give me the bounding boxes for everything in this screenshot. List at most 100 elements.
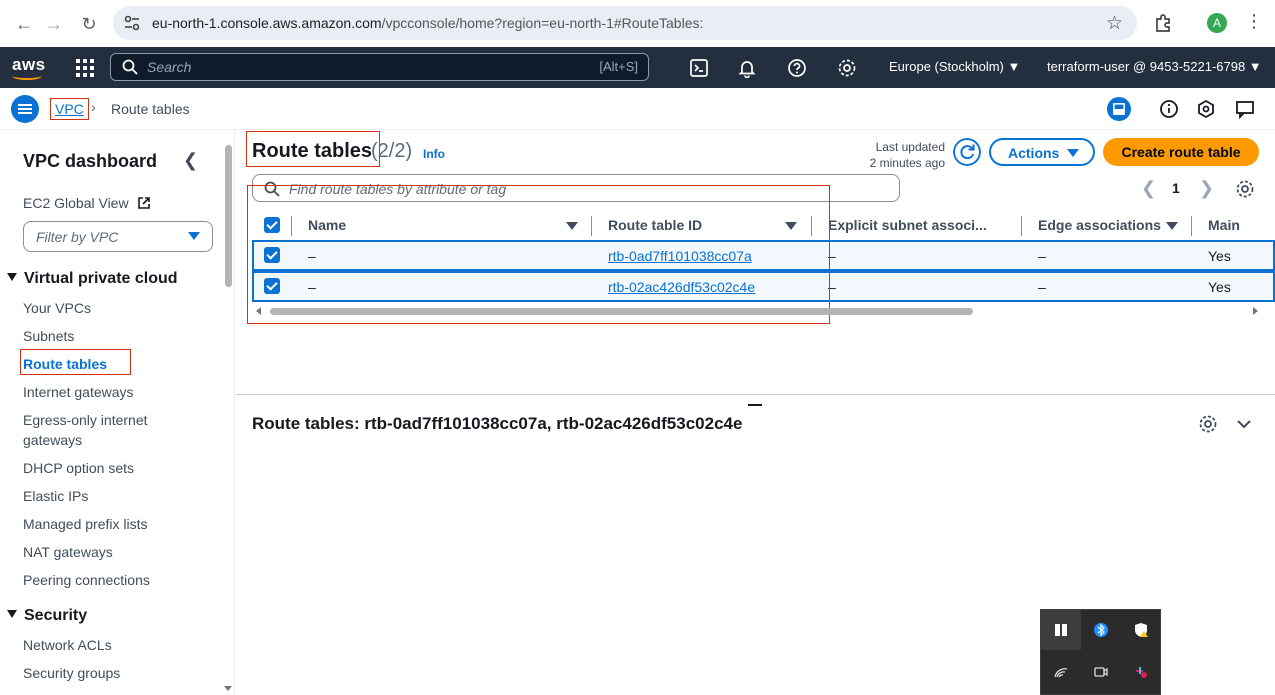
caret-down-icon <box>1067 149 1079 157</box>
aws-search-input[interactable]: Search [Alt+S] <box>110 53 649 81</box>
sidebar-item-managed-prefix-lists[interactable]: Managed prefix lists <box>23 514 148 534</box>
meet-now-icon[interactable] <box>1081 652 1121 692</box>
forward-icon[interactable]: → <box>42 12 66 36</box>
column-header-edge-associations[interactable]: Edge associations <box>1038 217 1161 233</box>
sidebar-item-network-acls[interactable]: Network ACLs <box>23 635 112 655</box>
sort-icon[interactable] <box>1166 222 1178 230</box>
slack-icon[interactable] <box>1121 652 1161 692</box>
breadcrumb-separator-icon: › <box>91 99 96 115</box>
cell-main: Yes <box>1208 248 1231 264</box>
cell-edge-associations: – <box>1038 248 1046 264</box>
split-panel-title: Route tables: rtb-0ad7ff101038cc07a, rtb… <box>252 414 743 433</box>
scroll-left-arrow-icon[interactable] <box>256 307 261 315</box>
column-header-main[interactable]: Main <box>1208 217 1240 233</box>
sidebar-item-ec2-global-view[interactable]: EC2 Global View <box>23 193 151 213</box>
expand-triangle-icon <box>7 273 17 281</box>
sidebar-item-internet-gateways[interactable]: Internet gateways <box>23 382 134 402</box>
split-panel-resize-handle[interactable] <box>748 404 762 406</box>
site-settings-icon[interactable] <box>123 14 141 32</box>
tray-app-icon[interactable] <box>1041 610 1081 650</box>
info-panel-icon[interactable] <box>1157 97 1181 121</box>
sidebar-item-security-groups[interactable]: Security groups <box>23 663 120 683</box>
security-shield-warning-icon[interactable] <box>1121 610 1161 650</box>
breadcrumb-current: Route tables <box>111 101 190 117</box>
sidebar-item-elastic-ips[interactable]: Elastic IPs <box>23 486 88 506</box>
sidebar-item-dhcp-option-sets[interactable]: DHCP option sets <box>23 458 134 478</box>
sidebar-item-egress-only-internet-gateways[interactable]: Egress-only internet <box>23 410 148 430</box>
scroll-right-arrow-icon[interactable] <box>1253 307 1258 315</box>
account-menu[interactable]: terraform-user @ 9453-5221-6798 ▼ <box>1047 59 1262 74</box>
sidebar-title[interactable]: VPC dashboard <box>23 151 157 172</box>
sidebar-collapse-icon[interactable]: ❮ <box>183 150 198 171</box>
address-bar[interactable]: eu-north-1.console.aws.amazon.com/vpccon… <box>113 6 1137 40</box>
browser-toolbar: ← → ↻ eu-north-1.console.aws.amazon.com/… <box>0 0 1275 47</box>
vpc-filter-placeholder: Filter by VPC <box>36 229 119 245</box>
create-route-table-button[interactable]: Create route table <box>1103 138 1259 166</box>
external-link-icon <box>138 197 151 209</box>
aws-logo[interactable]: aws <box>12 55 46 80</box>
table-highlight <box>247 185 830 324</box>
sidebar-item-nat-gateways[interactable]: NAT gateways <box>23 542 113 562</box>
actions-button[interactable]: Actions <box>989 138 1095 166</box>
region-selector[interactable]: Europe (Stockholm) ▼ <box>889 59 1020 74</box>
browser-menu-icon[interactable]: ⋮ <box>1245 11 1263 32</box>
sidebar-section-vpc[interactable]: Virtual private cloud <box>7 270 178 288</box>
table-horizontal-scrollbar[interactable] <box>252 306 1262 316</box>
sidebar-item-route-tables[interactable]: Route tables <box>23 354 107 374</box>
previous-page-icon[interactable]: ❮ <box>1141 178 1156 199</box>
url-text: eu-north-1.console.aws.amazon.com/vpccon… <box>152 15 704 31</box>
bluetooth-icon[interactable] <box>1081 610 1121 650</box>
network-icon[interactable] <box>1041 652 1081 692</box>
column-header-explicit-subnet[interactable]: Explicit subnet associ... <box>828 217 987 233</box>
cell-main: Yes <box>1208 279 1231 295</box>
sidebar-item-subnets[interactable]: Subnets <box>23 326 74 346</box>
system-tray-popup <box>1040 609 1161 695</box>
bookmark-star-icon[interactable]: ☆ <box>1106 12 1123 35</box>
table-preferences-gear-icon[interactable] <box>1235 179 1255 199</box>
breadcrumb: VPC › Route tables <box>0 88 1275 130</box>
aws-top-navigation: aws Search [Alt+S] Europe (Stockholm) ▼ … <box>0 47 1275 88</box>
sidebar-item-your-vpcs[interactable]: Your VPCs <box>23 298 91 318</box>
column-separator[interactable] <box>1191 216 1192 236</box>
search-icon <box>122 59 138 75</box>
info-link[interactable]: Info <box>423 147 445 161</box>
cloudshell-icon[interactable] <box>689 58 709 78</box>
notifications-bell-icon[interactable] <box>737 58 757 78</box>
resources-panel-icon[interactable] <box>1194 97 1218 121</box>
reload-icon[interactable]: ↻ <box>77 12 101 36</box>
sidebar-scrollbar[interactable] <box>222 130 234 695</box>
help-icon[interactable] <box>787 58 807 78</box>
sidebar-scrollbar-thumb[interactable] <box>225 145 232 287</box>
expand-triangle-icon <box>7 610 17 618</box>
refresh-button[interactable] <box>953 138 981 166</box>
split-panel-toggle-icon[interactable] <box>1107 97 1131 121</box>
selection-count: (2/2) <box>371 140 413 162</box>
next-page-icon[interactable]: ❯ <box>1199 178 1214 199</box>
sidebar-item-peering-connections[interactable]: Peering connections <box>23 570 150 590</box>
chevron-down-icon <box>188 232 200 240</box>
column-separator[interactable] <box>1021 216 1022 236</box>
services-grid-icon[interactable] <box>76 59 94 77</box>
split-panel-settings-gear-icon[interactable] <box>1198 414 1218 434</box>
cell-edge-associations: – <box>1038 279 1046 295</box>
feedback-panel-icon[interactable] <box>1233 97 1257 121</box>
page-number[interactable]: 1 <box>1172 180 1180 196</box>
scroll-down-arrow-icon[interactable] <box>224 686 232 691</box>
sidebar: VPC dashboard ❮ EC2 Global View Filter b… <box>0 130 235 695</box>
search-placeholder: Search <box>147 59 192 75</box>
back-icon[interactable]: ← <box>12 12 36 36</box>
settings-gear-icon[interactable] <box>837 58 857 78</box>
last-updated: Last updated 2 minutes ago <box>869 140 945 170</box>
page-title: Route tables <box>252 140 373 162</box>
vpc-filter-select[interactable]: Filter by VPC <box>23 221 213 252</box>
search-shortcut: [Alt+S] <box>599 59 638 74</box>
extensions-icon[interactable] <box>1153 12 1175 34</box>
split-panel-divider <box>236 394 1275 395</box>
profile-avatar[interactable]: A <box>1207 13 1227 33</box>
sidebar-section-security[interactable]: Security <box>7 607 87 625</box>
breadcrumb-vpc-link[interactable]: VPC <box>50 98 89 120</box>
horizontal-scrollbar-thumb[interactable] <box>270 308 973 315</box>
sidebar-item-egress-only-internet-gateways-line2[interactable]: gateways <box>23 430 82 450</box>
side-menu-toggle-icon[interactable] <box>11 95 39 123</box>
split-panel-collapse-chevron-icon[interactable] <box>1234 414 1254 434</box>
